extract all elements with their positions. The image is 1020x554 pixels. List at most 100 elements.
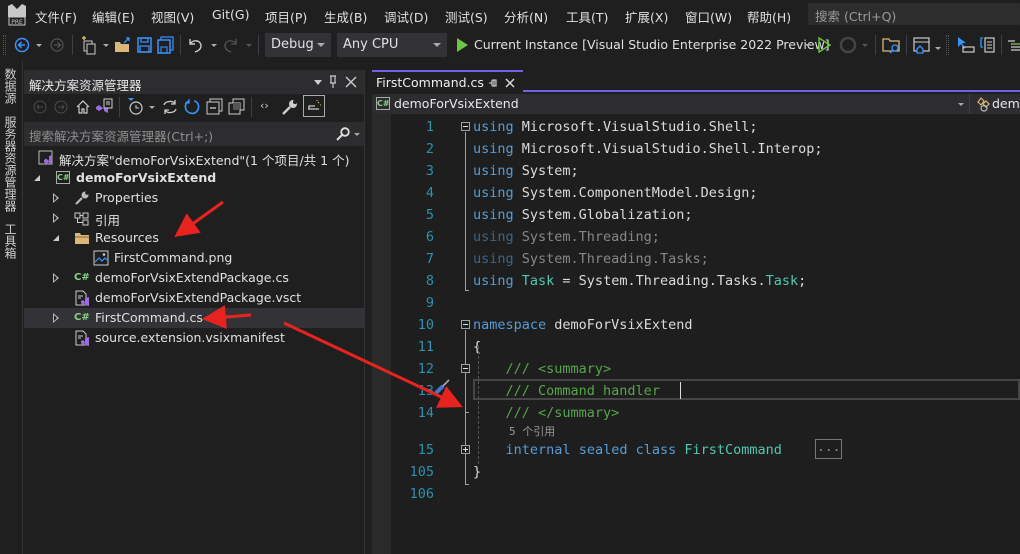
menu-edit[interactable]: 编辑(E) <box>92 7 135 26</box>
hot-reload-icon[interactable] <box>838 35 858 55</box>
redo-dropdown-arrow[interactable] <box>246 44 252 47</box>
close-icon[interactable] <box>345 76 357 88</box>
menu-build[interactable]: 生成(B) <box>324 7 367 26</box>
start-debugging-icon[interactable] <box>455 35 469 55</box>
preview-selected-items-toggle[interactable] <box>303 95 325 117</box>
global-search-input[interactable]: 搜索 (Ctrl+Q) <box>808 3 1020 25</box>
tree-item-solution[interactable]: 解决方案"demoForVsixExtend"(1 个项目/共 1 个) <box>24 148 364 168</box>
document-tab-firstcommand[interactable]: FirstCommand.cs <box>372 70 523 92</box>
forward-icon[interactable] <box>53 99 69 115</box>
save-all-icon[interactable] <box>157 35 174 55</box>
view-code-icon[interactable]: ‹› <box>260 99 269 112</box>
tree-item-resources[interactable]: Resources <box>24 228 364 248</box>
menu-tools[interactable]: 工具(T) <box>566 7 608 26</box>
pending-changes-filter-icon[interactable] <box>127 97 145 116</box>
tree-item-properties[interactable]: Properties <box>24 188 364 208</box>
collapsed-arrow-icon[interactable] <box>53 273 59 283</box>
menu-view[interactable]: 视图(V) <box>151 7 194 26</box>
project-dropdown[interactable]: C# demoForVsixExtend <box>372 94 970 114</box>
code-line[interactable]: using Task = System.Threading.Tasks.Task… <box>473 273 806 289</box>
visual-studio-preview-logo[interactable]: PRE <box>6 3 28 27</box>
collapsed-arrow-icon[interactable] <box>53 313 59 323</box>
code-area[interactable]: 1 using Microsoft.VisualStudio.Shell; 2 usi… <box>372 114 1020 554</box>
undo-icon[interactable] <box>186 35 204 55</box>
side-tab-data-sources[interactable]: 数据源 <box>2 68 19 104</box>
menu-window[interactable]: 窗口(W) <box>685 7 732 26</box>
menu-test[interactable]: 测试(S) <box>445 7 488 26</box>
refresh-icon[interactable] <box>183 98 201 116</box>
code-line[interactable]: using System.Globalization; <box>473 207 692 223</box>
menu-extensions[interactable]: 扩展(X) <box>625 7 668 26</box>
window-position-dropdown-icon[interactable] <box>314 80 322 85</box>
code-line[interactable]: using System.ComponentModel.Design; <box>473 185 757 201</box>
collapse-summary-toggle[interactable] <box>461 364 470 373</box>
code-line[interactable]: using System; <box>473 163 579 179</box>
platform-dropdown[interactable]: Any CPU <box>337 33 447 57</box>
open-folder-search-icon[interactable] <box>882 35 902 55</box>
search-options-dropdown-arrow[interactable] <box>354 133 360 136</box>
new-project-dropdown-arrow[interactable] <box>103 44 109 47</box>
tree-item-references[interactable]: 引用 <box>24 208 364 228</box>
code-line[interactable]: internal sealed class FirstCommand <box>473 442 782 458</box>
expanded-arrow-icon[interactable] <box>34 175 40 181</box>
code-line[interactable]: using System.Threading.Tasks; <box>473 251 709 267</box>
expanded-arrow-icon[interactable] <box>53 235 59 241</box>
collapse-namespace-toggle[interactable] <box>461 320 470 329</box>
switch-views-icon[interactable] <box>95 98 113 116</box>
code-line[interactable]: using System.Threading; <box>473 229 660 245</box>
start-without-debugging-icon[interactable] <box>817 35 831 55</box>
show-all-files-icon[interactable] <box>228 98 245 115</box>
menu-debug[interactable]: 调试(D) <box>384 7 428 26</box>
hot-reload-dropdown-arrow[interactable] <box>862 44 868 47</box>
configuration-dropdown[interactable]: Debug <box>265 33 331 57</box>
hot-reload-list-icon[interactable] <box>978 35 996 55</box>
back-dropdown-arrow[interactable] <box>36 44 42 47</box>
pin-icon[interactable] <box>327 75 339 89</box>
home-icon[interactable] <box>75 99 91 115</box>
browser-home-icon[interactable] <box>912 35 932 55</box>
collapsed-region-marker[interactable]: ... <box>815 439 843 459</box>
filter-dropdown-arrow[interactable] <box>149 106 155 109</box>
run-target-button[interactable]: Current Instance [Visual Studio Enterpri… <box>474 37 830 52</box>
navigate-back-icon[interactable] <box>13 35 31 55</box>
solution-explorer-scrollbar[interactable] <box>364 70 372 554</box>
tree-item-project[interactable]: C# demoForVsixExtend <box>24 168 364 188</box>
tree-item-package-cs[interactable]: C# demoForVsixExtendPackage.cs <box>24 268 364 288</box>
select-element-icon[interactable] <box>956 35 976 55</box>
collapsed-arrow-icon[interactable] <box>53 213 59 223</box>
side-tab-toolbox[interactable]: 工具箱 <box>2 223 19 259</box>
toolbar-grip[interactable] <box>946 35 949 55</box>
search-icon[interactable] <box>336 127 350 141</box>
undo-dropdown-arrow[interactable] <box>211 44 217 47</box>
format-document-icon[interactable] <box>1007 35 1020 55</box>
code-line[interactable]: /// <summary> <box>473 361 612 377</box>
code-line[interactable]: using Microsoft.VisualStudio.Shell; <box>473 119 757 135</box>
menu-help[interactable]: 帮助(H) <box>747 7 791 26</box>
tree-item-firstcommand-cs[interactable]: C# FirstCommand.cs <box>24 308 364 328</box>
code-line[interactable]: /// </summary> <box>473 405 620 421</box>
open-file-icon[interactable] <box>114 35 132 55</box>
menu-git[interactable]: Git(G) <box>212 7 250 22</box>
solution-explorer-search-input[interactable]: 搜索解决方案资源管理器(Ctrl+;) <box>24 122 364 146</box>
close-tab-icon[interactable] <box>505 78 515 88</box>
back-icon[interactable] <box>32 99 48 115</box>
quick-actions-screwdriver-icon[interactable] <box>434 377 452 395</box>
menu-project[interactable]: 项目(P) <box>265 7 307 26</box>
menu-analyze[interactable]: 分析(N) <box>504 7 548 26</box>
collapsed-arrow-icon[interactable] <box>53 193 59 203</box>
side-tab-server-explorer[interactable]: 服务器资源管理器 <box>2 116 19 212</box>
menu-file[interactable]: 文件(F) <box>35 7 77 26</box>
redo-icon[interactable] <box>222 35 240 55</box>
toolbar-grip[interactable] <box>3 35 6 55</box>
navigate-forward-icon[interactable] <box>48 35 66 55</box>
codelens-references[interactable]: 5 个引用 <box>509 423 555 439</box>
properties-wrench-icon[interactable] <box>281 98 299 116</box>
collapse-usings-toggle[interactable] <box>461 122 470 131</box>
pin-tab-icon[interactable] <box>488 78 498 88</box>
collapse-all-icon[interactable] <box>206 98 223 115</box>
tree-item-firstcommand-png[interactable]: FirstCommand.png <box>24 248 364 268</box>
tree-item-vsixmanifest[interactable]: source.extension.vsixmanifest <box>24 328 364 348</box>
code-line[interactable]: namespace demoForVsixExtend <box>473 317 692 333</box>
save-icon[interactable] <box>136 35 153 55</box>
new-project-icon[interactable] <box>79 35 99 55</box>
